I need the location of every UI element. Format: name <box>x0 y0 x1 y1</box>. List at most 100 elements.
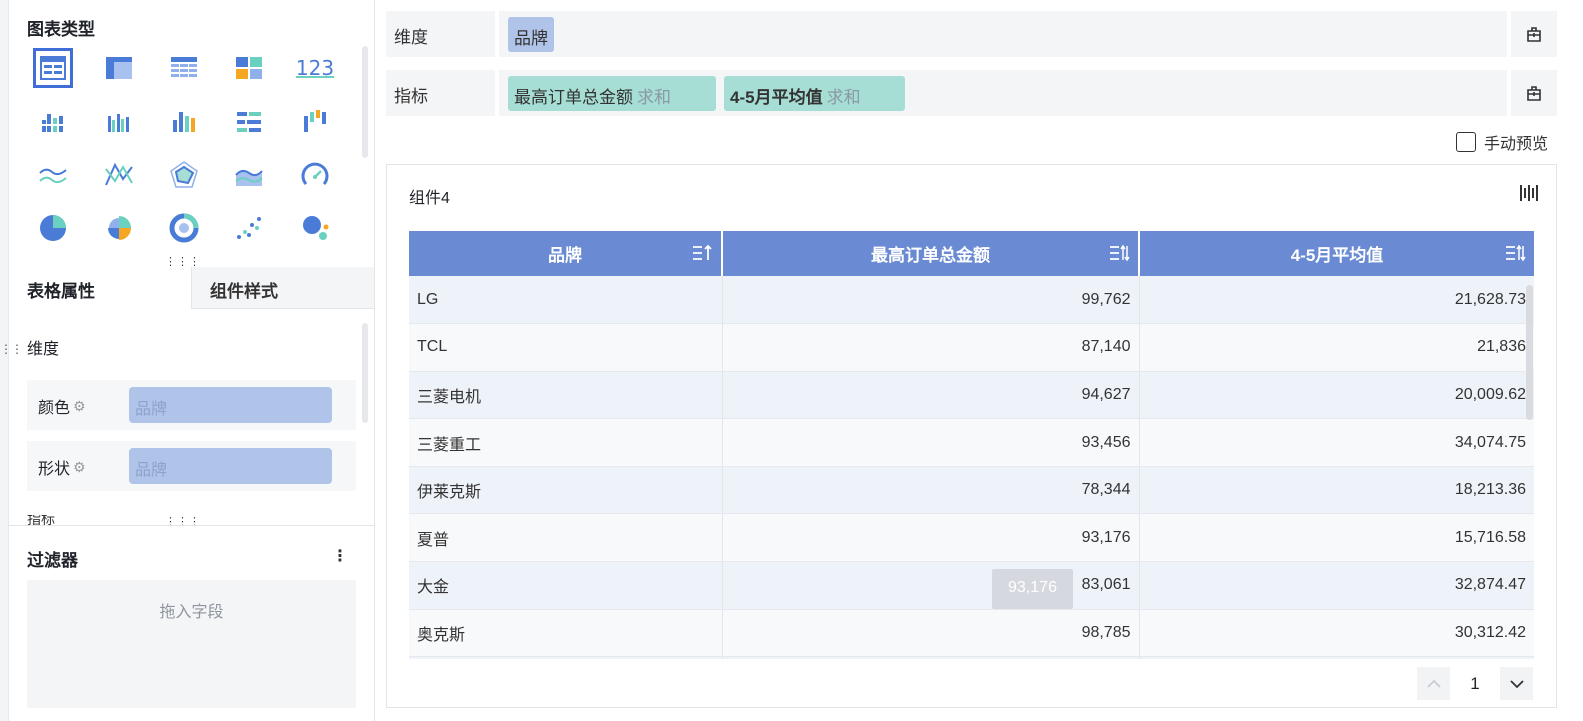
manual-preview-toggle[interactable]: 手动预览 <box>1456 130 1548 154</box>
page-down-button[interactable] <box>1500 667 1533 700</box>
table-header-row: 品牌 最高订单总金额 4-5月平均值 <box>409 231 1534 276</box>
gear-icon[interactable]: ⚙ <box>73 398 86 415</box>
table-grouped-icon[interactable] <box>99 48 139 88</box>
color-field-chip[interactable]: 品牌 <box>129 387 332 423</box>
cell-avg <box>1139 656 1534 659</box>
more-icon[interactable]: ⋮ <box>332 546 348 566</box>
table-detail-icon[interactable] <box>33 48 73 88</box>
scatter-icon[interactable] <box>229 208 269 248</box>
shape-field-chip[interactable]: 品牌 <box>129 448 332 484</box>
cell-max-order: 94,627 <box>722 371 1140 420</box>
value-tooltip: 93,176 <box>992 569 1073 609</box>
table-row[interactable] <box>409 656 1534 659</box>
radar-icon[interactable] <box>164 155 204 195</box>
table-block-icon[interactable] <box>229 48 269 88</box>
metric-chip[interactable]: 4-5月平均值 求和 <box>724 76 905 111</box>
chevron-down-icon <box>1509 679 1524 688</box>
cell-brand: 大金 <box>409 561 723 610</box>
metric-chip-name: 最高订单总金额 <box>514 88 633 107</box>
page-up-button[interactable] <box>1417 667 1450 700</box>
table-row[interactable]: LG 99,762 21,628.73 <box>409 276 1534 325</box>
manual-preview-checkbox[interactable] <box>1456 132 1476 152</box>
filter-title: 过滤器 <box>27 551 78 570</box>
pagination: 1 <box>1417 667 1533 700</box>
table-row[interactable]: 奥克斯 98,785 30,312.42 <box>409 609 1534 658</box>
color-label-group: 颜色 ⚙ <box>38 394 86 418</box>
rail-grip-icon[interactable]: ⋮⋮ <box>0 343 23 376</box>
property-tabs: 表格属性 组件样式 <box>9 267 374 309</box>
table-row[interactable]: 大金 83,061 32,874.47 <box>409 561 1534 610</box>
cell-avg: 30,312.42 <box>1139 609 1534 658</box>
cell-max-order: 93,176 <box>722 513 1140 563</box>
properties-scrollbar[interactable] <box>362 323 368 423</box>
bar-multi-icon[interactable] <box>99 102 139 142</box>
cell-brand: 三菱电机 <box>409 371 723 420</box>
shelf-tool-icon[interactable] <box>1507 11 1557 57</box>
cell-max-order: 93,456 <box>722 418 1140 467</box>
column-header[interactable]: 最高订单总金额 <box>722 231 1140 276</box>
table-cross-icon[interactable] <box>164 48 204 88</box>
filter-divider <box>9 525 374 526</box>
metric-chip-agg: 求和 <box>637 88 671 107</box>
cell-brand: 夏普 <box>409 513 723 563</box>
tab-component-style[interactable]: 组件样式 <box>191 267 374 309</box>
color-property-row: 颜色 ⚙ 品牌 <box>27 380 356 430</box>
donut-icon[interactable] <box>164 208 204 248</box>
kpi-number-icon[interactable]: 123 <box>295 48 335 88</box>
cell-max-order <box>722 656 1140 659</box>
bar-grouped-icon[interactable] <box>33 102 73 142</box>
color-label: 颜色 <box>38 400 71 417</box>
table-viewport: 品牌 最高订单总金额 4-5月平均值 LG 99,762 21,628.73 TCL… <box>387 165 1558 659</box>
cell-brand <box>409 656 723 659</box>
cell-brand: TCL <box>409 323 723 372</box>
cell-avg: 20,009.62 <box>1139 371 1534 420</box>
cell-max-order: 98,785 <box>722 609 1140 658</box>
line-multi-icon[interactable] <box>33 155 73 195</box>
shape-label: 形状 <box>38 461 71 478</box>
column-header[interactable]: 品牌 <box>409 231 723 276</box>
table-row[interactable]: 伊莱克斯 78,344 18,213.36 <box>409 466 1534 515</box>
metric-shelf-label: 指标 <box>386 70 499 116</box>
metric-chip[interactable]: 最高订单总金额 求和 <box>508 76 716 111</box>
cell-max-order: 87,140 <box>722 323 1140 372</box>
cell-avg: 34,074.75 <box>1139 418 1534 467</box>
bubble-icon[interactable] <box>295 208 335 248</box>
sort-asc-icon[interactable] <box>691 243 713 263</box>
cell-avg: 21,628.73 <box>1139 276 1534 325</box>
gauge-icon[interactable] <box>295 155 335 195</box>
dimension-shelf[interactable]: 维度 品牌 <box>386 11 1557 57</box>
cell-avg: 32,874.47 <box>1139 561 1534 610</box>
chart-grid-scrollbar[interactable] <box>362 46 368 158</box>
column-header[interactable]: 4-5月平均值 <box>1139 231 1534 276</box>
area-icon[interactable] <box>229 155 269 195</box>
gear-icon[interactable]: ⚙ <box>73 459 86 476</box>
dimension-chip[interactable]: 品牌 <box>508 17 554 52</box>
line-polyline-icon[interactable] <box>99 155 139 195</box>
shelf-tool-icon[interactable] <box>1507 70 1557 116</box>
table-row[interactable]: 三菱重工 93,456 34,074.75 <box>409 418 1534 467</box>
cell-avg: 21,836 <box>1139 323 1534 372</box>
metric-chip-agg: 求和 <box>826 88 861 107</box>
bar-waterfall-icon[interactable] <box>295 102 335 142</box>
sort-icon[interactable] <box>1108 243 1130 263</box>
cell-max-order: 99,762 <box>722 276 1140 325</box>
table-scrollbar[interactable] <box>1526 285 1533 420</box>
filter-drop-zone[interactable]: 拖入字段 <box>27 580 356 708</box>
collapse-rail[interactable]: ⋮⋮ <box>0 0 23 721</box>
cell-brand: 伊莱克斯 <box>409 466 723 515</box>
table-row[interactable]: TCL 87,140 21,836 <box>409 323 1534 372</box>
sort-icon[interactable] <box>1504 243 1526 263</box>
rose-pie-icon[interactable] <box>99 208 139 248</box>
bar-horizontal-icon[interactable] <box>229 102 269 142</box>
cell-brand: LG <box>409 276 723 325</box>
data-table: 品牌 最高订单总金额 4-5月平均值 LG 99,762 21,628.73 TCL… <box>409 231 1534 659</box>
resize-grip-icon[interactable]: ⋮⋮⋮ <box>165 257 201 268</box>
pie-icon[interactable] <box>33 208 73 248</box>
chart-type-title: 图表类型 <box>27 20 95 39</box>
bar-colored-icon[interactable] <box>164 102 204 142</box>
chevron-up-icon <box>1426 679 1441 688</box>
table-row[interactable]: 夏普 93,176 15,716.58 <box>409 513 1534 563</box>
table-row[interactable]: 三菱电机 94,627 20,009.62 <box>409 371 1534 420</box>
metric-shelf[interactable]: 指标 最高订单总金额 求和 4-5月平均值 求和 <box>386 70 1557 116</box>
tab-table-props[interactable]: 表格属性 <box>9 267 191 309</box>
